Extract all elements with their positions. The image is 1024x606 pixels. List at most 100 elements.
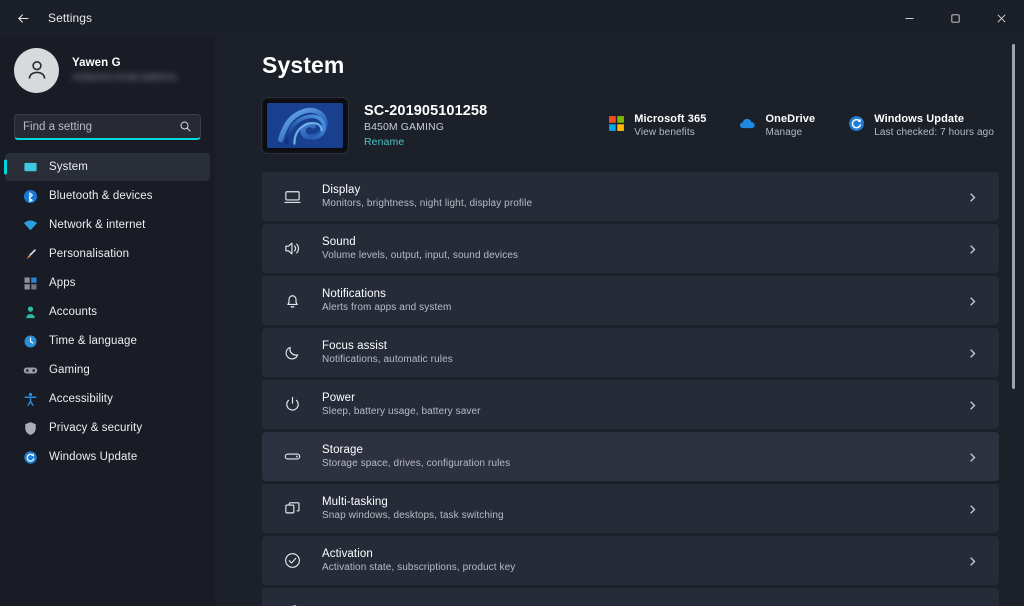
shield-glyph (23, 421, 38, 436)
sidebar-item-label: Gaming (49, 364, 90, 376)
settings-row-title: Power (322, 392, 947, 404)
settings-row-title: Sound (322, 236, 947, 248)
gamepad-glyph (23, 363, 38, 378)
quick-link-microsoft-365[interactable]: Microsoft 365 View benefits (608, 113, 706, 138)
search-input[interactable] (23, 121, 179, 133)
sidebar: Yawen G redacted-email-address S (0, 36, 215, 606)
chevron-right-icon (967, 450, 981, 464)
speaker-glyph (283, 239, 302, 258)
drive-glyph (283, 447, 302, 466)
sidebar-item-bluetooth-devices[interactable]: Bluetooth & devices (5, 182, 210, 210)
moon-glyph (283, 343, 302, 362)
rename-link[interactable]: Rename (364, 136, 487, 148)
sidebar-item-gaming[interactable]: Gaming (5, 356, 210, 384)
chevron-right-icon (967, 242, 981, 256)
drive-icon (282, 447, 302, 467)
settings-row-subtitle: Sleep, battery usage, battery saver (322, 406, 947, 417)
search-icon (179, 120, 192, 133)
sidebar-item-label: Windows Update (49, 451, 137, 463)
update-icon (22, 449, 38, 465)
sidebar-item-label: Apps (49, 277, 76, 289)
settings-row-subtitle: Activation state, subscriptions, product… (322, 562, 947, 573)
shield-icon (22, 420, 38, 436)
settings-row-notifications[interactable]: Notifications Alerts from apps and syste… (262, 276, 999, 325)
settings-row-multi-tasking[interactable]: Multi-tasking Snap windows, desktops, ta… (262, 484, 999, 533)
chevron-right-icon (967, 502, 981, 516)
accessibility-glyph (23, 392, 38, 407)
settings-row-title: Focus assist (322, 340, 947, 352)
sidebar-item-apps[interactable]: Apps (5, 269, 210, 297)
main-content: System (215, 36, 1024, 606)
quick-link-subtitle: Manage (765, 127, 815, 138)
minimize-button[interactable] (886, 0, 932, 36)
sidebar-item-label: System (49, 161, 88, 173)
settings-row-power[interactable]: Power Sleep, battery usage, battery save… (262, 380, 999, 429)
quick-link-title: Microsoft 365 (634, 113, 706, 125)
close-button[interactable] (978, 0, 1024, 36)
device-info: SC-201905101258 B450M GAMING Rename (262, 98, 487, 153)
scrollbar-thumb[interactable] (1012, 44, 1015, 389)
back-arrow-icon (17, 12, 30, 25)
apps-icon (22, 275, 38, 291)
sidebar-item-privacy-security[interactable]: Privacy & security (5, 414, 210, 442)
chevron-right-icon (967, 294, 981, 308)
quick-link-title: Windows Update (874, 113, 994, 125)
settings-row-activation[interactable]: Activation Activation state, subscriptio… (262, 536, 999, 585)
check-circle-icon (282, 551, 302, 571)
device-summary: SC-201905101258 B450M GAMING Rename (262, 98, 1024, 153)
settings-row-subtitle: Alerts from apps and system (322, 302, 947, 313)
bell-glyph (283, 291, 302, 310)
settings-row-troubleshoot[interactable]: Troubleshoot (262, 588, 999, 606)
quick-link-onedrive[interactable]: OneDrive Manage (739, 113, 815, 138)
settings-window: Settings Ya (0, 0, 1024, 606)
account-card[interactable]: Yawen G redacted-email-address (0, 38, 215, 102)
settings-row-title: Notifications (322, 288, 947, 300)
account-email: redacted-email-address (72, 72, 177, 83)
sidebar-item-time-language[interactable]: Time & language (5, 327, 210, 355)
settings-row-title: Multi-tasking (322, 496, 947, 508)
settings-row-title: Display (322, 184, 947, 196)
settings-list: Display Monitors, brightness, night ligh… (262, 172, 1024, 606)
bell-icon (282, 291, 302, 311)
sidebar-item-accessibility[interactable]: Accessibility (5, 385, 210, 413)
settings-row-title: Activation (322, 548, 947, 560)
monitor-icon (22, 159, 38, 175)
clock-glyph (23, 334, 38, 349)
window-title: Settings (48, 11, 92, 25)
quick-link-windows-update[interactable]: Windows Update Last checked: 7 hours ago (848, 113, 994, 138)
sidebar-item-windows-update[interactable]: Windows Update (5, 443, 210, 471)
settings-row-subtitle: Monitors, brightness, night light, displ… (322, 198, 947, 209)
maximize-button[interactable] (932, 0, 978, 36)
settings-row-focus-assist[interactable]: Focus assist Notifications, automatic ru… (262, 328, 999, 377)
device-name: SC-201905101258 (364, 103, 487, 119)
update-glyph (23, 450, 38, 465)
back-button[interactable] (6, 3, 40, 33)
apps-glyph (23, 276, 38, 291)
microsoft-logo-icon (608, 115, 625, 132)
windows-stack-icon (282, 499, 302, 519)
sidebar-item-label: Network & internet (49, 219, 145, 231)
power-icon (282, 395, 302, 415)
quick-links: Microsoft 365 View benefits OneDrive (608, 113, 1024, 138)
search-box[interactable] (14, 114, 201, 140)
accessibility-icon (22, 391, 38, 407)
avatar (14, 48, 59, 93)
account-name: Yawen G (72, 57, 177, 69)
cloud-icon (739, 115, 756, 132)
quick-link-title: OneDrive (765, 113, 815, 125)
gamepad-icon (22, 362, 38, 378)
settings-row-subtitle: Volume levels, output, input, sound devi… (322, 250, 947, 261)
bluetooth-glyph (23, 189, 38, 204)
sidebar-item-system[interactable]: System (5, 153, 210, 181)
sidebar-item-network-internet[interactable]: Network & internet (5, 211, 210, 239)
check-circle-glyph (283, 551, 302, 570)
clock-icon (22, 333, 38, 349)
sidebar-item-accounts[interactable]: Accounts (5, 298, 210, 326)
settings-row-storage[interactable]: Storage Storage space, drives, configura… (262, 432, 999, 481)
settings-row-sound[interactable]: Sound Volume levels, output, input, soun… (262, 224, 999, 273)
settings-row-display[interactable]: Display Monitors, brightness, night ligh… (262, 172, 999, 221)
update-icon (848, 115, 865, 132)
sidebar-nav: System Bluetooth & devices (0, 153, 215, 471)
vertical-scrollbar[interactable] (1012, 44, 1015, 560)
sidebar-item-personalisation[interactable]: Personalisation (5, 240, 210, 268)
